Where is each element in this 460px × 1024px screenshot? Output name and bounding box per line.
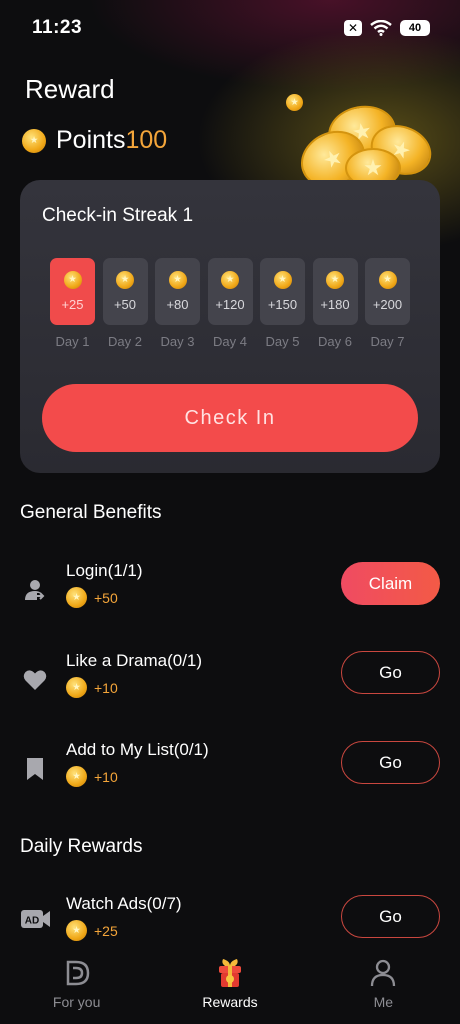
coin-icon [168,271,187,289]
battery-icon: 40 [400,20,430,36]
coin-icon [326,271,344,289]
reward-value: +25 [94,922,118,939]
day-label: Day 2 [108,334,142,349]
person-icon [368,958,398,988]
heart-icon [22,667,48,693]
day-box: +25 [50,258,95,325]
coin-icon [273,271,292,289]
coin-icon [66,920,87,941]
gift-box-icon [215,958,245,988]
task-reward: +50 [66,587,118,608]
task-reward: +25 [66,920,118,941]
day-box: +180 [312,258,358,325]
wifi-icon [370,20,392,36]
streak-day: +50 Day 2 [102,258,148,349]
streak-day: +180 Day 6 [312,258,358,349]
ad-icon-text: AD [25,916,39,927]
points-display: Points100 [56,126,167,155]
points-label: Points [56,126,126,154]
streak-title: Check-in Streak 1 [42,205,194,226]
nav-label: Rewards [202,994,258,1010]
nav-item-me[interactable]: Me [307,950,460,1024]
streak-day: +80 Day 3 [155,258,200,349]
task-reward: +10 [66,766,118,787]
user-login-icon [22,577,48,603]
task-name: Like a Drama(0/1) [66,651,203,670]
status-bar: 11:23 ✕ 40 [0,0,460,56]
points-value: 100 [125,126,168,154]
coin-icon [22,128,46,153]
task-name: Add to My List(0/1) [66,740,209,759]
coin-icon [66,766,87,787]
day-label: Day 5 [265,334,300,349]
status-time: 11:23 [32,17,83,38]
day-box: +50 [102,258,148,325]
task-row-login: Login(1/1) +50 Claim [0,561,460,621]
day-box: +150 [260,258,305,325]
day-points: +150 [267,297,298,312]
day-points: +25 [61,297,84,312]
go-button[interactable]: Go [341,741,440,784]
day-label: Day 1 [55,334,90,349]
coin-icon [63,271,82,289]
nav-item-rewards[interactable]: Rewards [153,950,306,1024]
notification-muted-icon: ✕ [344,20,362,36]
floating-coin-icon [286,94,303,111]
go-button[interactable]: Go [341,651,440,694]
daily-rewards-title: Daily Rewards [20,836,143,857]
coin-icon [221,271,239,289]
bottom-nav: For you Rewards Me [0,950,460,1024]
streak-days: +25 Day 1 +50 Day 2 +80 Day 3 +120 Day 4 [50,258,410,349]
general-benefits-title: General Benefits [20,502,162,523]
day-points: +50 [113,297,137,312]
nav-label: For you [52,994,101,1010]
nav-label: Me [373,994,394,1010]
day-box: +80 [155,258,200,325]
logo-d-icon [62,958,92,988]
streak-day: +150 Day 5 [260,258,305,349]
nav-item-for-you[interactable]: For you [0,950,153,1024]
day-points: +80 [166,297,189,312]
day-label: Day 4 [213,334,247,349]
checkin-streak-card: Check-in Streak 1 +25 Day 1 +50 Day 2 +8… [20,180,440,473]
status-icons: ✕ 40 [344,20,430,36]
day-points: +180 [320,297,350,312]
day-points: +120 [215,297,245,312]
day-label: Day 7 [370,334,405,349]
go-button[interactable]: Go [341,895,440,938]
ad-video-icon: AD [21,906,51,932]
streak-day: +25 Day 1 [50,258,95,349]
day-box: +120 [207,258,253,325]
day-box: +200 [365,258,410,325]
task-row-like: Like a Drama(0/1) +10 Go [0,651,460,711]
day-label: Day 3 [160,334,195,349]
streak-day: +200 Day 7 [365,258,410,349]
reward-value: +50 [94,589,118,606]
bookmark-icon [22,756,48,782]
day-points: +200 [372,297,403,312]
task-reward: +10 [66,677,118,698]
points-row: Points100 [22,126,167,155]
reward-value: +10 [94,768,118,785]
task-row-add-list: Add to My List(0/1) +10 Go [0,740,460,800]
task-name: Login(1/1) [66,561,143,580]
claim-button[interactable]: Claim [341,562,440,605]
coin-icon [116,271,134,289]
page-title: Reward [25,74,115,104]
check-in-button[interactable]: Check In [42,384,418,452]
reward-value: +10 [94,679,118,696]
streak-day: +120 Day 4 [207,258,253,349]
day-label: Day 6 [318,334,352,349]
task-row-watch-ads: AD Watch Ads(0/7) +25 Go [0,894,460,954]
coin-icon [66,677,87,698]
coin-icon [66,587,87,608]
task-name: Watch Ads(0/7) [66,894,182,913]
coin-icon [378,271,397,289]
